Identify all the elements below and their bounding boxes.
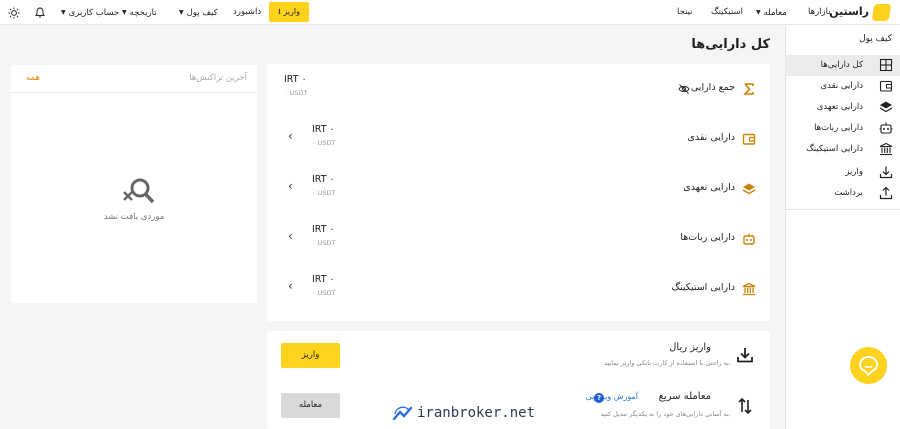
total-assets-label: جمع دارایی <box>690 82 735 93</box>
cash-assets-row[interactable]: دارایی نقدی IRT ۰ ۰ USDT ‹ <box>267 120 770 160</box>
chat-icon <box>858 355 879 376</box>
chart-logo-icon <box>392 406 413 421</box>
dashboard-link[interactable]: داشبورد <box>233 0 261 25</box>
robot-icon <box>743 233 755 245</box>
caret-down-icon: ▼ <box>179 9 184 16</box>
brand-logo[interactable]: راستین <box>829 4 892 21</box>
chevron-left-icon: ‹ <box>288 129 293 143</box>
download-icon: ⭳ <box>278 7 281 16</box>
upload-icon <box>879 186 893 200</box>
irt-value: IRT ۰ <box>312 124 335 135</box>
rial-deposit-button[interactable]: واریز <box>281 343 340 368</box>
logo-mark-icon <box>871 4 892 21</box>
chevron-left-icon: ‹ <box>288 229 293 243</box>
bank-icon <box>879 142 893 156</box>
history-menu[interactable]: ▼ تاریخچه <box>122 0 157 25</box>
usdt-value: ۰ USDT <box>312 289 336 297</box>
ninja-link[interactable]: نینجا <box>677 0 693 25</box>
chevron-left-icon: ‹ <box>288 279 293 293</box>
grid-icon <box>879 58 893 72</box>
sidebar-item-staking-assets[interactable]: دارایی استیکینگ <box>786 139 900 160</box>
chevron-left-icon: ‹ <box>288 179 293 193</box>
help-icon[interactable]: ? <box>594 393 604 403</box>
margin-assets-row[interactable]: دارایی تعهدی IRT ۰ ۰ USDT ‹ <box>267 170 770 210</box>
quick-trade-title: معامله سریع <box>658 391 711 402</box>
deposit-button[interactable]: ⭳ واریز <box>269 2 309 22</box>
quick-trade-button[interactable]: معامله <box>281 393 340 418</box>
recent-transactions-card: آخرین تراکنش‌ها همه موردی یافت نشد <box>11 65 257 303</box>
total-assets-row: جمع دارایی IRT ۰ ۰ USDT <box>267 70 770 110</box>
assets-summary-card: جمع دارایی IRT ۰ ۰ USDT دارایی نقدی IRT … <box>267 64 770 321</box>
sigma-icon <box>743 83 754 95</box>
bot-assets-row[interactable]: دارایی ربات‌ها IRT ۰ ۰ USDT ‹ <box>267 220 770 260</box>
page-title: کل دارایی‌ها <box>691 37 770 52</box>
search-empty-icon <box>123 178 155 204</box>
caret-down-icon: ▼ <box>61 9 66 16</box>
sidebar-title: کیف پول <box>859 34 892 44</box>
trade-menu[interactable]: ▼ معامله <box>756 0 787 25</box>
account-menu[interactable]: ▼ حساب کاربری <box>61 0 119 25</box>
sidebar-item-margin-assets[interactable]: دارایی تعهدی <box>786 97 900 118</box>
total-usdt-value: ۰ USDT <box>284 89 308 97</box>
usdt-value: ۰ USDT <box>312 189 336 197</box>
usdt-value: ۰ USDT <box>312 239 336 247</box>
irt-value: IRT ۰ <box>312 224 335 235</box>
top-navbar: ▼ حساب کاربری ▼ تاریخچه ▼ کیف پول داشبورد ⭳… <box>0 0 900 25</box>
transactions-title: آخرین تراکنش‌ها <box>189 73 247 83</box>
sidebar-item-cash-assets[interactable]: دارایی نقدی <box>786 76 900 97</box>
sidebar-item-withdraw[interactable]: برداشت <box>786 183 900 204</box>
staking-link[interactable]: استیکینگ <box>711 0 743 25</box>
view-all-link[interactable]: همه <box>26 73 40 83</box>
sidebar-item-bot-assets[interactable]: دارایی ربات‌ها <box>786 118 900 139</box>
download-icon <box>737 348 753 363</box>
total-irt-value: IRT ۰ <box>284 74 307 85</box>
irt-value: IRT ۰ <box>312 174 335 185</box>
layers-icon <box>742 183 756 195</box>
sidebar-divider <box>786 209 900 210</box>
robot-icon <box>879 122 893 134</box>
usdt-value: ۰ USDT <box>312 139 336 147</box>
empty-state-text: موردی یافت نشد <box>103 212 165 222</box>
staking-assets-row[interactable]: دارایی استیکینگ IRT ۰ ۰ USDT ‹ <box>267 270 770 310</box>
bell-icon[interactable] <box>35 0 45 25</box>
bank-icon <box>742 282 756 296</box>
swap-arrows-icon <box>738 397 752 415</box>
markets-link[interactable]: بازارها <box>808 0 831 25</box>
wallet-menu[interactable]: ▼ کیف پول <box>179 0 218 25</box>
caret-down-icon: ▼ <box>122 9 127 16</box>
wallet-icon <box>879 80 893 92</box>
wallet-icon <box>742 133 756 145</box>
eye-off-icon[interactable] <box>678 83 690 95</box>
caret-down-icon: ▼ <box>756 9 761 16</box>
sidebar-item-all-assets[interactable]: کل دارایی‌ها <box>786 55 900 76</box>
divider <box>11 92 257 93</box>
rial-deposit-title: واریز ریال <box>669 342 711 353</box>
layers-icon <box>879 101 893 113</box>
support-chat-button[interactable] <box>850 347 887 384</box>
quick-trade-desc: به آسانی دارایی‌های خود را به یکدیگر تبد… <box>600 410 731 418</box>
sidebar-item-deposit[interactable]: واریز <box>786 162 900 183</box>
rial-deposit-desc: به راحتی با استفاده از کارت بانکی واریز … <box>604 359 731 367</box>
download-icon <box>879 166 893 179</box>
theme-toggle-icon[interactable] <box>8 0 20 25</box>
irt-value: IRT ۰ <box>312 274 335 285</box>
